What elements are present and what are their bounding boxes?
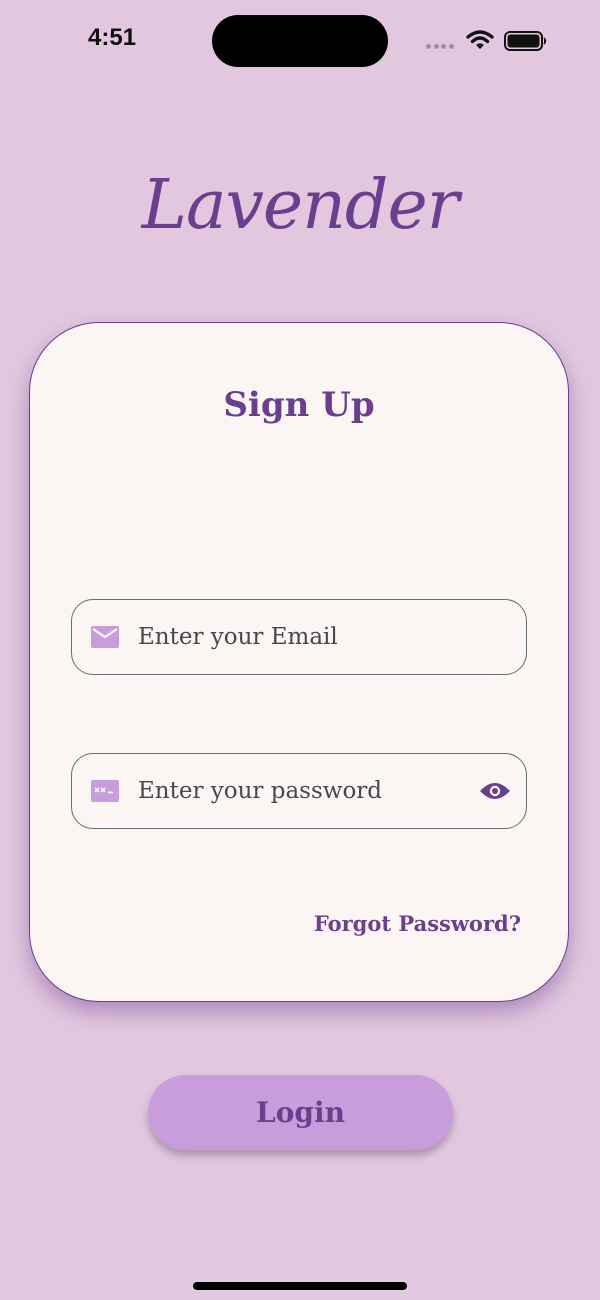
battery-icon [504,31,547,51]
forgot-password-link[interactable]: Forgot Password? [314,911,521,936]
password-input[interactable] [138,754,468,828]
wifi-icon [466,30,494,49]
cellular-signal-icon [426,44,454,49]
login-button[interactable]: Login [148,1075,453,1150]
app-logo: Lavender [141,166,459,245]
email-field[interactable] [71,599,527,675]
card-title: Sign Up [223,385,375,425]
dynamic-island [212,15,388,67]
password-field[interactable] [71,753,527,829]
status-time: 4:51 [88,24,137,51]
password-icon [91,780,119,802]
home-indicator [193,1282,407,1290]
email-input[interactable] [138,600,468,674]
eye-icon[interactable] [479,779,511,803]
mail-icon [91,626,119,648]
signup-card: Sign Up Forgot Password? [29,322,569,1002]
